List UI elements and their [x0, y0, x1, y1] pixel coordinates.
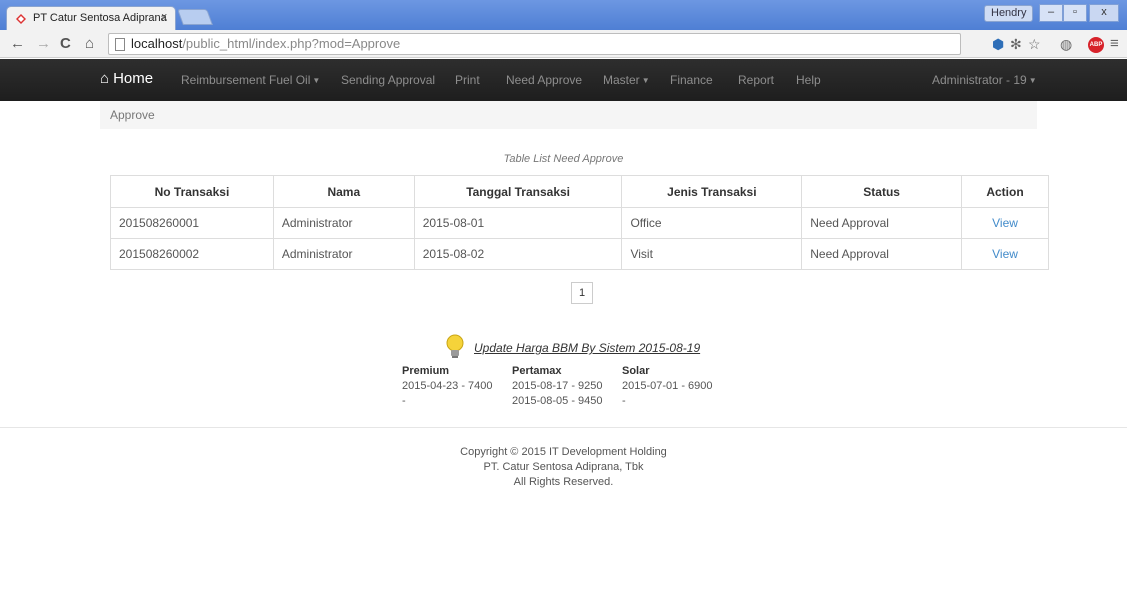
nav-help[interactable]: Help: [796, 73, 821, 87]
column-header: Nama: [272, 175, 415, 208]
approval-table: No Transaksi Nama Tanggal Transaksi Jeni…: [110, 175, 1049, 270]
cell-no-transaksi: 201508260001: [110, 207, 274, 239]
fuel-column-pertamax: Pertamax 2015-08-17 - 9250 2015-08-05 - …: [512, 364, 603, 409]
cell-no-transaksi: 201508260002: [110, 238, 274, 270]
cell-status: Need Approval: [801, 207, 963, 239]
fuel-column-solar: Solar 2015-07-01 - 6900 -: [622, 364, 713, 409]
extension-globe-icon[interactable]: ◍: [1060, 36, 1072, 53]
url-path: /public_html/index.php?mod=Approve: [182, 36, 401, 51]
tab-close-icon[interactable]: x: [162, 11, 168, 23]
caret-down-icon: ▼: [312, 76, 321, 86]
column-header: No Transaksi: [110, 175, 274, 208]
nav-report[interactable]: Report: [738, 73, 774, 87]
cell-nama: Administrator: [272, 207, 415, 239]
address-bar[interactable]: localhost/public_html/index.php?mod=Appr…: [108, 33, 961, 55]
copyright-text: Copyright © 2015 IT Development Holding: [460, 446, 667, 458]
nav-reimbursement-fuel-oil[interactable]: Reimbursement Fuel Oil ▼: [181, 73, 320, 87]
extension-shield-icon[interactable]: ⬢: [992, 36, 1004, 53]
table-row: 201508260002 Administrator 2015-08-02 Vi…: [110, 238, 1049, 270]
view-link[interactable]: View: [961, 207, 1049, 239]
table-caption: Table List Need Approve: [503, 153, 624, 165]
nav-finance[interactable]: Finance: [670, 73, 713, 87]
cell-tanggal: 2015-08-01: [413, 207, 623, 239]
site-favicon-icon: [16, 14, 26, 24]
page-icon: [115, 38, 125, 51]
nav-need-approve[interactable]: Need Approve: [506, 73, 582, 87]
fuel-header: Solar: [622, 365, 650, 377]
browser-titlebar: PT Catur Sentosa Adiprana x Hendry – ▫ x: [0, 0, 1127, 30]
home-label: Home: [113, 70, 154, 87]
column-header: Jenis Transaksi: [621, 175, 803, 208]
nav-sending-approval[interactable]: Sending Approval: [341, 73, 435, 87]
cell-tanggal: 2015-08-02: [413, 238, 623, 270]
fuel-column-premium: Premium 2015-04-23 - 7400 -: [402, 364, 493, 409]
column-header: Tanggal Transaksi: [413, 175, 623, 208]
pagination-page-1[interactable]: 1: [571, 282, 593, 304]
nav-print[interactable]: Print: [455, 73, 480, 87]
home-icon[interactable]: ⌂: [85, 35, 94, 52]
minimize-button[interactable]: –: [1039, 4, 1063, 22]
fuel-price-line: -: [402, 395, 406, 407]
fuel-price-line: 2015-08-17 - 9250: [512, 380, 603, 392]
fuel-update-link[interactable]: Update Harga BBM By Sistem 2015-08-19: [474, 341, 700, 355]
profile-badge[interactable]: Hendry: [984, 5, 1034, 22]
nav-master[interactable]: Master ▼: [603, 73, 650, 87]
tab-title: PT Catur Sentosa Adiprana: [33, 12, 167, 24]
close-window-button[interactable]: x: [1089, 4, 1119, 22]
table-header-row: No Transaksi Nama Tanggal Transaksi Jeni…: [110, 175, 1049, 208]
adblock-icon[interactable]: ABP: [1088, 37, 1104, 53]
home-link[interactable]: ⌂ Home: [100, 70, 153, 87]
user-menu[interactable]: Administrator - 19 ▼: [932, 73, 1037, 87]
cell-status: Need Approval: [801, 238, 963, 270]
footer: Copyright © 2015 IT Development Holding …: [0, 445, 1127, 490]
new-tab-button[interactable]: [177, 9, 213, 25]
fuel-price-line: -: [622, 395, 626, 407]
caret-down-icon: ▼: [641, 76, 650, 86]
lightbulb-icon: [446, 334, 464, 358]
cell-nama: Administrator: [272, 238, 415, 270]
rights-text: All Rights Reserved.: [513, 476, 614, 488]
extension-gear-icon[interactable]: ✻: [1010, 36, 1022, 53]
column-header: Action: [961, 175, 1049, 208]
menu-icon[interactable]: ≡: [1110, 35, 1119, 52]
cell-jenis: Visit: [621, 238, 803, 270]
fuel-header: Pertamax: [512, 365, 562, 377]
table-row: 201508260001 Administrator 2015-08-01 Of…: [110, 207, 1049, 239]
fuel-price-line: 2015-08-05 - 9450: [512, 395, 603, 407]
house-icon: ⌂: [100, 70, 110, 87]
browser-tab[interactable]: PT Catur Sentosa Adiprana x: [6, 6, 176, 30]
url-host: localhost: [131, 36, 183, 51]
column-header: Status: [801, 175, 963, 208]
browser-toolbar: ← → C ⌂ localhost/public_html/index.php?…: [0, 30, 1127, 58]
back-icon[interactable]: ←: [10, 35, 25, 52]
forward-icon[interactable]: →: [36, 35, 51, 52]
breadcrumb: Approve: [100, 101, 1037, 129]
main-navbar: ⌂ Home Reimbursement Fuel Oil ▼ Sending Ap…: [0, 59, 1127, 101]
footer-divider: [0, 427, 1127, 428]
caret-down-icon: ▼: [1028, 76, 1037, 86]
fuel-price-line: 2015-07-01 - 6900: [622, 380, 713, 392]
bookmark-star-icon[interactable]: ☆: [1028, 36, 1041, 53]
maximize-button[interactable]: ▫: [1063, 4, 1087, 22]
view-link[interactable]: View: [961, 238, 1049, 270]
reload-icon[interactable]: C: [60, 35, 71, 52]
company-name: PT. Catur Sentosa Adiprana, Tbk: [483, 461, 644, 473]
fuel-price-line: 2015-04-23 - 7400: [402, 380, 493, 392]
fuel-header: Premium: [402, 365, 450, 377]
cell-jenis: Office: [621, 207, 803, 239]
